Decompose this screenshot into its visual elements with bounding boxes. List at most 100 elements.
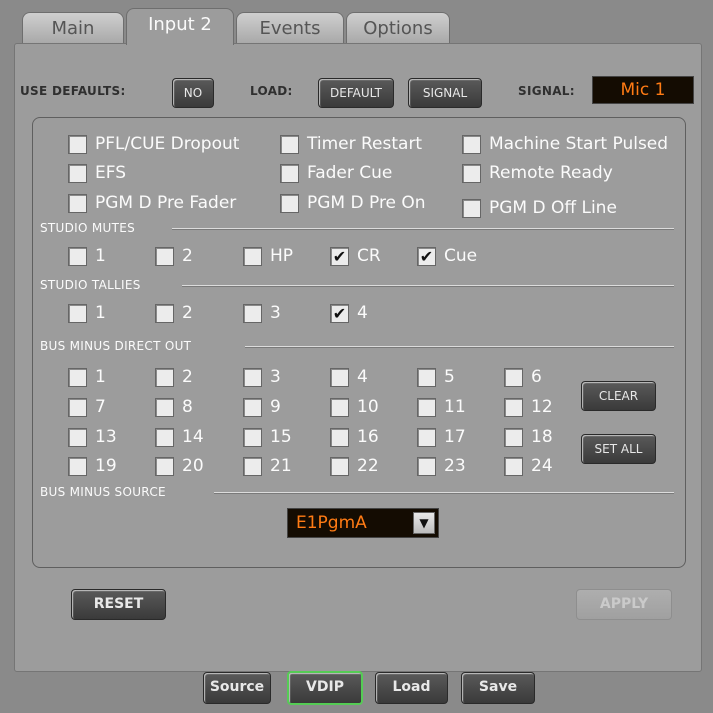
studio-tally-4[interactable]: ✔ 4 <box>330 303 368 323</box>
load-button[interactable]: Load <box>375 672 448 704</box>
clear-button[interactable]: CLEAR <box>581 381 656 411</box>
studio-mute-hp[interactable]: HP <box>243 246 293 266</box>
checkbox[interactable] <box>330 456 349 476</box>
checkbox[interactable] <box>243 427 262 447</box>
bus-minus-out-3[interactable]: 3 <box>243 367 281 387</box>
checkbox[interactable] <box>68 303 87 323</box>
checkbox[interactable] <box>417 427 436 447</box>
checkbox[interactable] <box>504 397 523 417</box>
apply-button[interactable]: APPLY <box>576 589 672 620</box>
studio-tally-1[interactable]: 1 <box>68 303 106 323</box>
checkbox[interactable]: ✔ <box>330 246 349 266</box>
checkbox[interactable] <box>280 193 299 213</box>
checkbox[interactable] <box>417 367 436 387</box>
tab-main[interactable]: Main <box>22 12 124 43</box>
checkbox[interactable] <box>68 246 87 266</box>
bus-minus-out-20[interactable]: 20 <box>155 456 204 476</box>
checkbox[interactable] <box>280 134 299 154</box>
studio-mute-cue[interactable]: ✔ Cue <box>417 246 477 266</box>
checkbox[interactable] <box>504 456 523 476</box>
bus-minus-out-22[interactable]: 22 <box>330 456 379 476</box>
checkbox[interactable]: ✔ <box>330 303 349 323</box>
option-machine-start-pulsed[interactable]: Machine Start Pulsed <box>462 134 668 154</box>
checkbox[interactable] <box>68 427 87 447</box>
studio-tally-2[interactable]: 2 <box>155 303 193 323</box>
checkbox[interactable] <box>243 367 262 387</box>
bus-minus-out-11[interactable]: 11 <box>417 397 466 417</box>
checkbox[interactable] <box>68 456 87 476</box>
checkbox[interactable] <box>155 397 174 417</box>
bus-minus-out-19[interactable]: 19 <box>68 456 117 476</box>
option-remote-ready[interactable]: Remote Ready <box>462 163 613 183</box>
checkbox[interactable] <box>243 456 262 476</box>
bus-minus-out-17[interactable]: 17 <box>417 427 466 447</box>
checkbox[interactable] <box>243 303 262 323</box>
bus-minus-out-18[interactable]: 18 <box>504 427 553 447</box>
option-pfl-cue-dropout[interactable]: PFL/CUE Dropout <box>68 134 239 154</box>
checkbox[interactable] <box>243 246 262 266</box>
checkbox[interactable] <box>417 397 436 417</box>
checkbox[interactable]: ✔ <box>417 246 436 266</box>
checkbox[interactable] <box>462 198 481 218</box>
bus-minus-out-24[interactable]: 24 <box>504 456 553 476</box>
option-efs[interactable]: EFS <box>68 163 126 183</box>
checkbox[interactable] <box>462 134 481 154</box>
option-fader-cue[interactable]: Fader Cue <box>280 163 392 183</box>
source-button[interactable]: Source <box>203 672 271 704</box>
bus-minus-out-7[interactable]: 7 <box>68 397 106 417</box>
option-pgm-d-pre-fader[interactable]: PGM D Pre Fader <box>68 193 236 213</box>
reset-button[interactable]: RESET <box>71 589 166 620</box>
checkbox[interactable] <box>417 456 436 476</box>
bus-minus-out-13[interactable]: 13 <box>68 427 117 447</box>
vdip-button[interactable]: VDIP <box>287 671 363 705</box>
bus-minus-out-23[interactable]: 23 <box>417 456 466 476</box>
bus-minus-out-10[interactable]: 10 <box>330 397 379 417</box>
checkbox[interactable] <box>68 367 87 387</box>
checkbox[interactable] <box>155 427 174 447</box>
bus-minus-out-6[interactable]: 6 <box>504 367 542 387</box>
checkbox[interactable] <box>155 303 174 323</box>
checkbox[interactable] <box>330 367 349 387</box>
bus-minus-out-12[interactable]: 12 <box>504 397 553 417</box>
bus-minus-out-16[interactable]: 16 <box>330 427 379 447</box>
bus-minus-out-5[interactable]: 5 <box>417 367 455 387</box>
checkbox[interactable] <box>330 397 349 417</box>
bus-minus-out-15[interactable]: 15 <box>243 427 292 447</box>
studio-mute-1[interactable]: 1 <box>68 246 106 266</box>
load-default-button[interactable]: DEFAULT <box>318 78 394 108</box>
option-pgm-d-pre-on[interactable]: PGM D Pre On <box>280 193 426 213</box>
studio-mute-cr[interactable]: ✔ CR <box>330 246 381 266</box>
checkbox[interactable] <box>280 163 299 183</box>
bus-minus-out-21[interactable]: 21 <box>243 456 292 476</box>
bus-minus-out-9[interactable]: 9 <box>243 397 281 417</box>
studio-mute-2[interactable]: 2 <box>155 246 193 266</box>
checkbox[interactable] <box>68 134 87 154</box>
chevron-down-icon[interactable]: ▼ <box>413 512 435 534</box>
checkbox[interactable] <box>504 367 523 387</box>
checkbox[interactable] <box>462 163 481 183</box>
tab-input-2[interactable]: Input 2 <box>126 8 234 45</box>
checkbox[interactable] <box>330 427 349 447</box>
checkbox[interactable] <box>68 397 87 417</box>
option-pgm-d-off-line[interactable]: PGM D Off Line <box>462 198 617 218</box>
bus-minus-out-1[interactable]: 1 <box>68 367 106 387</box>
save-button[interactable]: Save <box>461 672 535 704</box>
checkbox[interactable] <box>155 456 174 476</box>
tab-events[interactable]: Events <box>236 12 344 43</box>
bus-minus-out-8[interactable]: 8 <box>155 397 193 417</box>
tab-options[interactable]: Options <box>346 12 450 43</box>
checkbox[interactable] <box>155 246 174 266</box>
set-all-button[interactable]: SET ALL <box>581 434 656 464</box>
bus-minus-out-14[interactable]: 14 <box>155 427 204 447</box>
use-defaults-button[interactable]: NO <box>172 78 214 108</box>
bus-minus-out-4[interactable]: 4 <box>330 367 368 387</box>
load-signal-button[interactable]: SIGNAL <box>408 78 482 108</box>
bus-minus-out-2[interactable]: 2 <box>155 367 193 387</box>
option-timer-restart[interactable]: Timer Restart <box>280 134 422 154</box>
checkbox[interactable] <box>504 427 523 447</box>
checkbox[interactable] <box>155 367 174 387</box>
checkbox[interactable] <box>243 397 262 417</box>
studio-tally-3[interactable]: 3 <box>243 303 281 323</box>
checkbox[interactable] <box>68 193 87 213</box>
checkbox[interactable] <box>68 163 87 183</box>
